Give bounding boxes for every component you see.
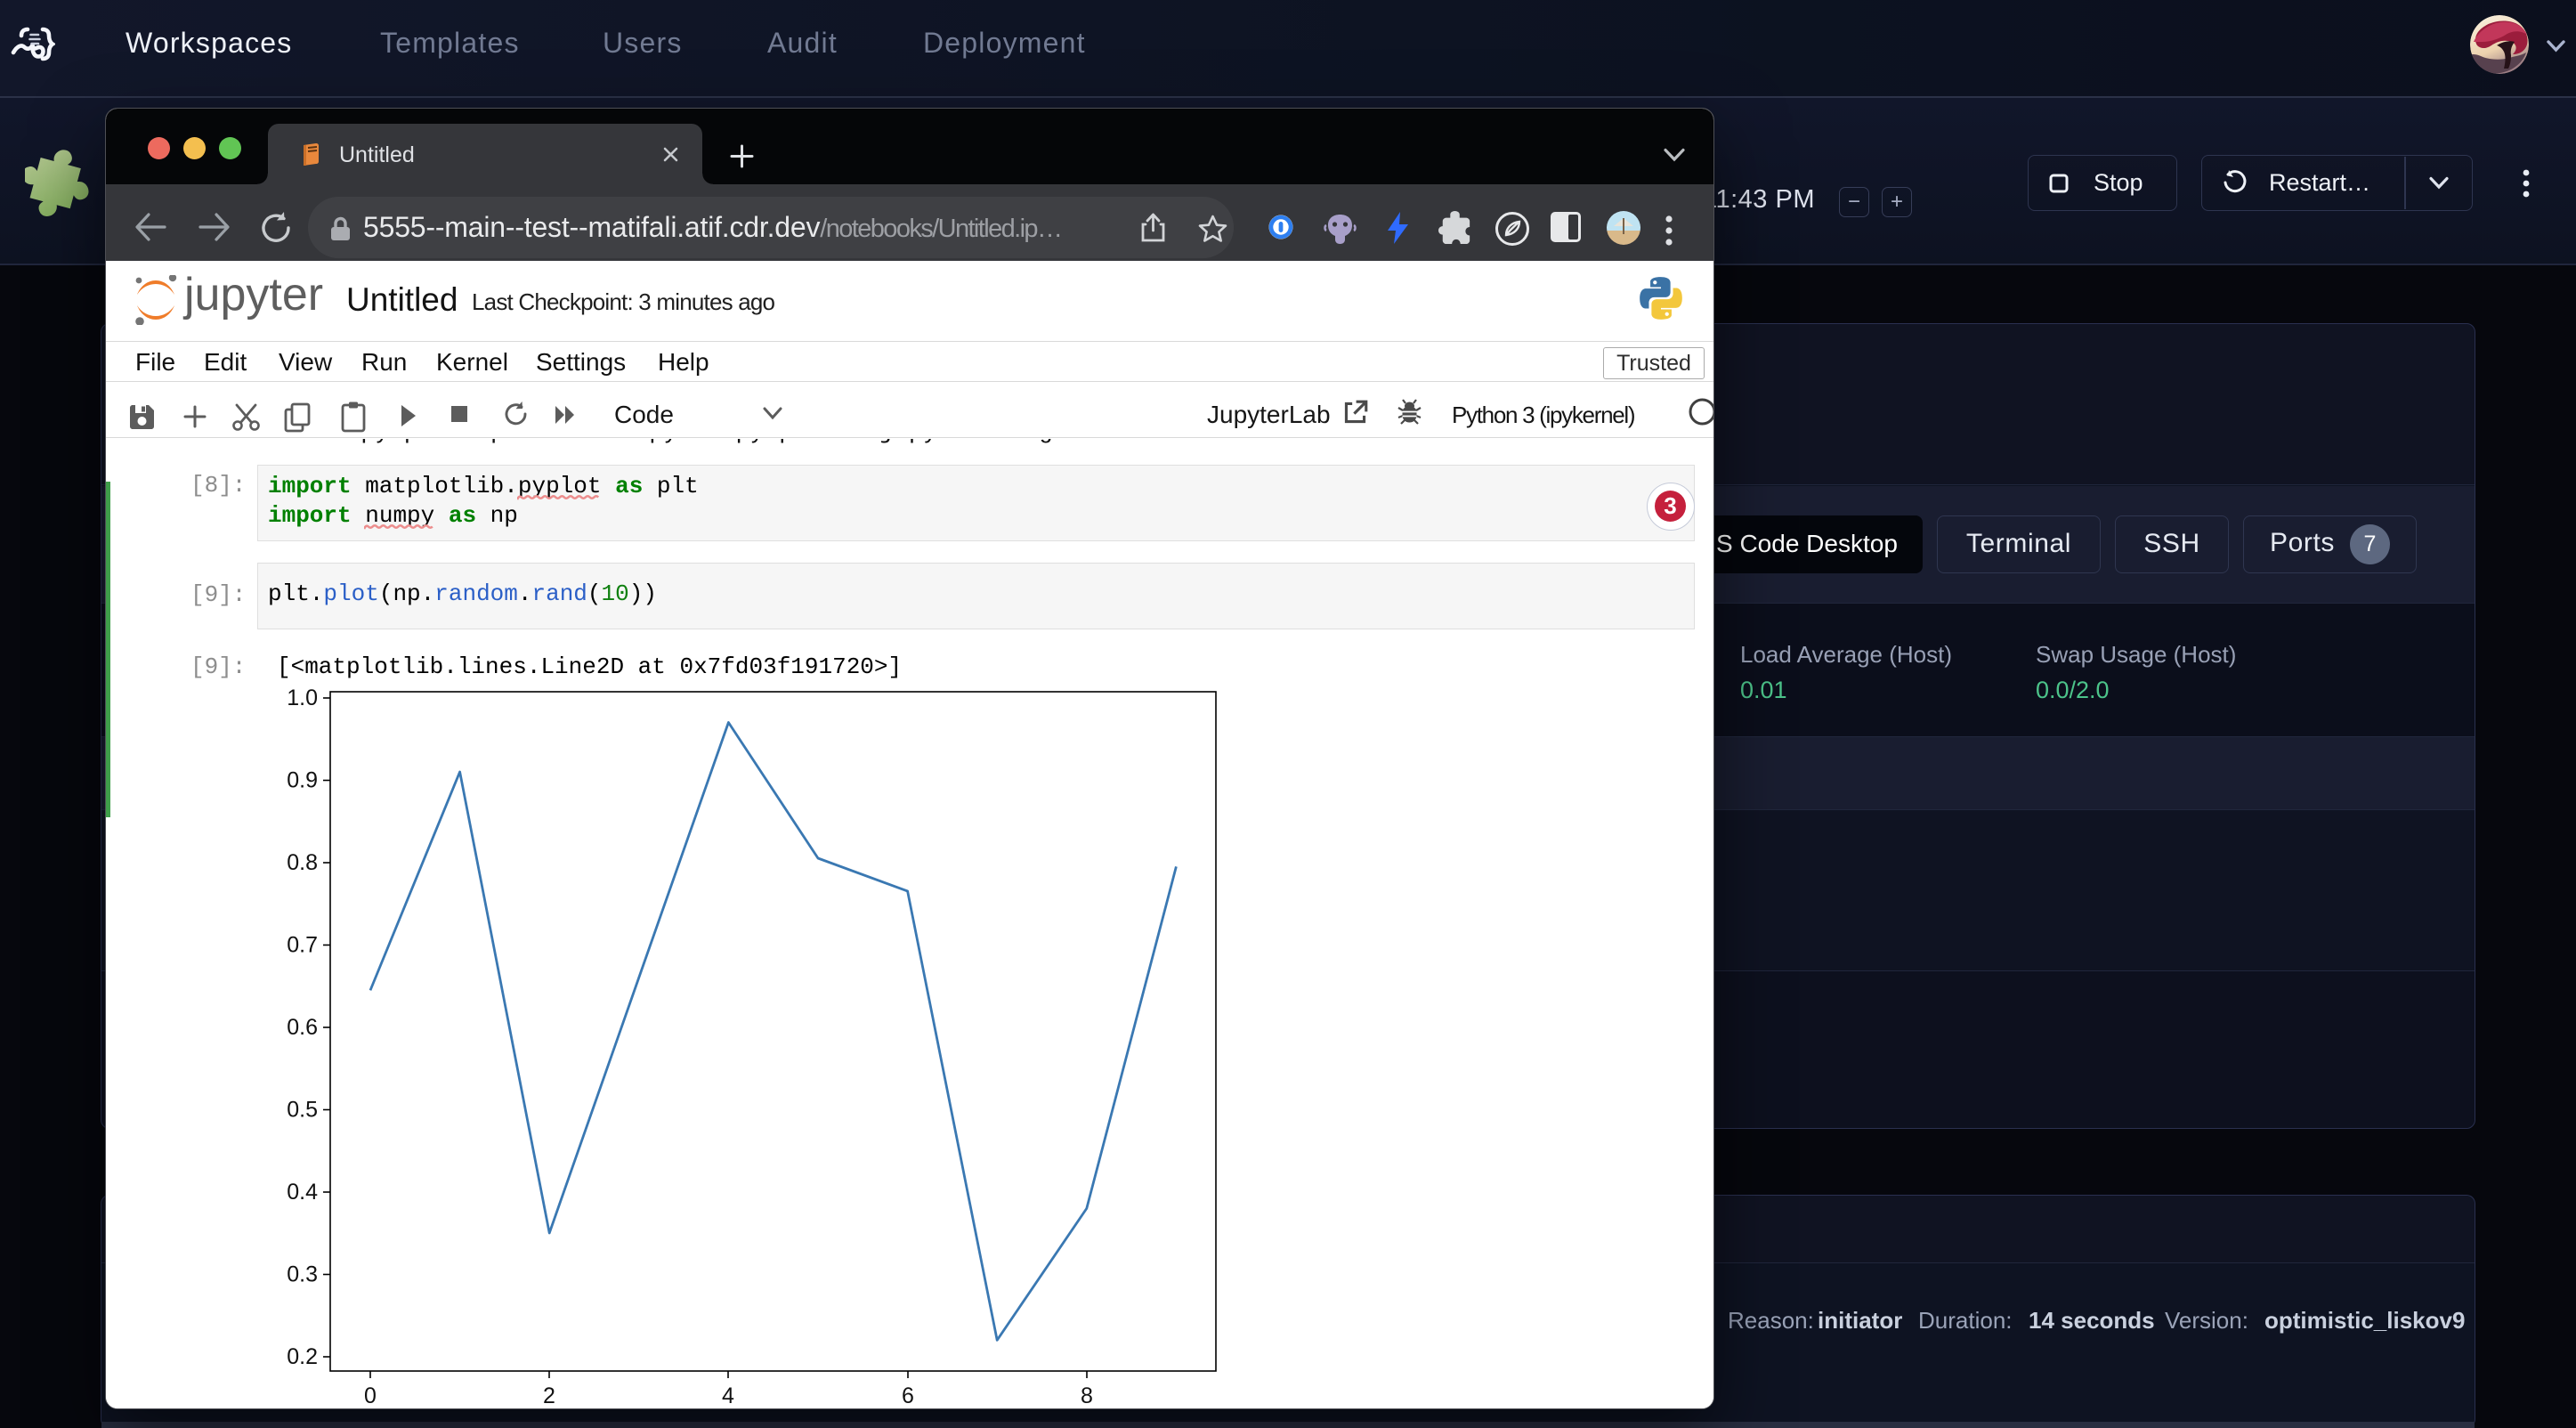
svg-text:0.9: 0.9 bbox=[287, 768, 318, 793]
svg-text:0: 0 bbox=[364, 1383, 377, 1408]
svg-text:6: 6 bbox=[902, 1383, 914, 1408]
svg-text:0.6: 0.6 bbox=[287, 1015, 318, 1040]
svg-text:1.0: 1.0 bbox=[287, 686, 318, 710]
svg-text:0.8: 0.8 bbox=[287, 850, 318, 875]
svg-text:0.7: 0.7 bbox=[287, 933, 318, 958]
svg-text:0.2: 0.2 bbox=[287, 1344, 318, 1369]
svg-text:0.3: 0.3 bbox=[287, 1262, 318, 1287]
svg-text:8: 8 bbox=[1081, 1383, 1093, 1408]
svg-text:0.4: 0.4 bbox=[287, 1180, 318, 1205]
svg-text:4: 4 bbox=[722, 1383, 734, 1408]
svg-text:2: 2 bbox=[543, 1383, 555, 1408]
svg-text:0.5: 0.5 bbox=[287, 1098, 318, 1123]
